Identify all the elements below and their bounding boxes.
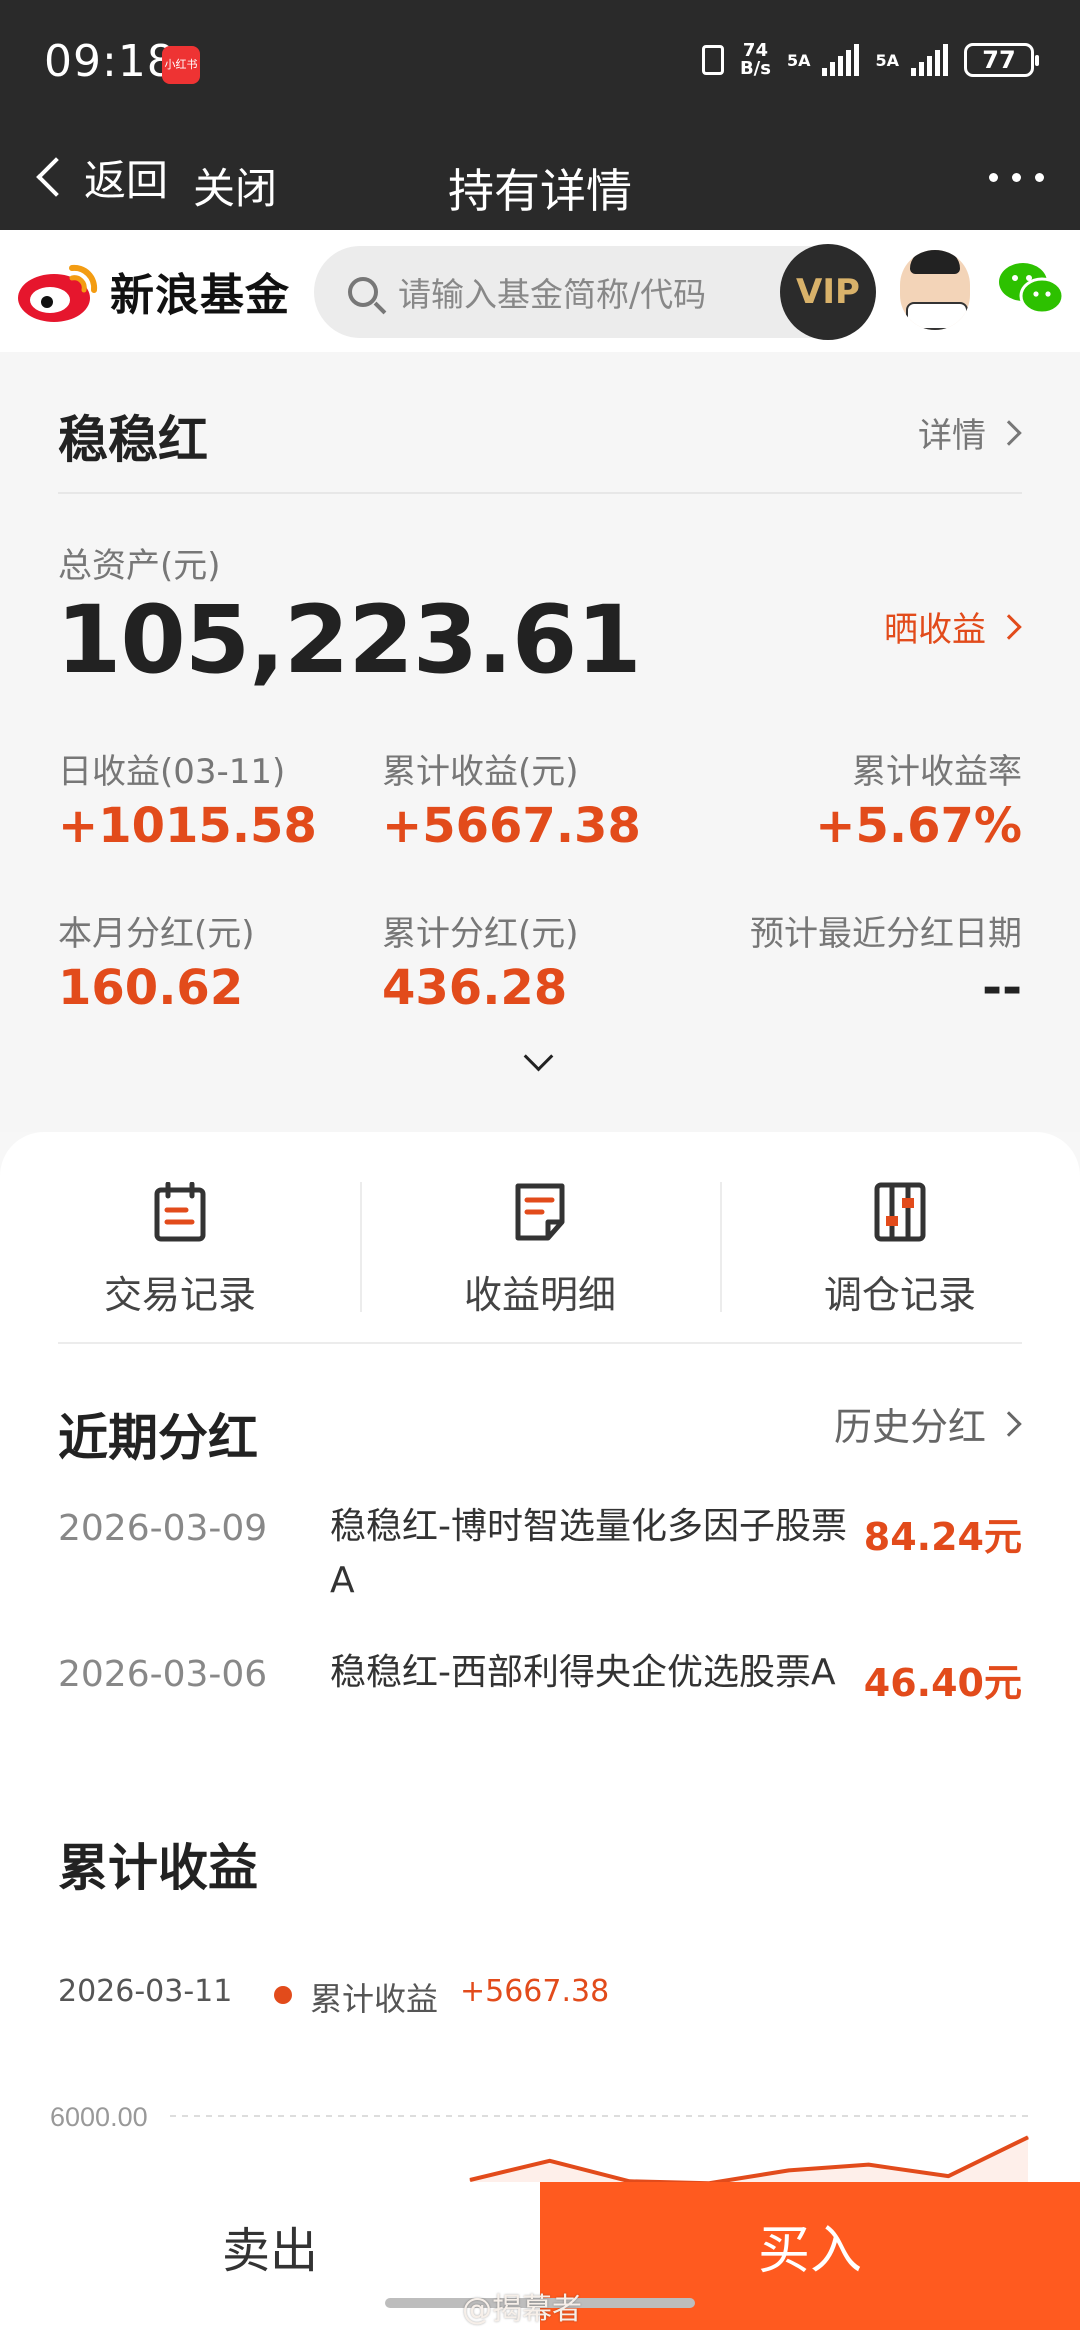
- rebalance-records-label: 调仓记录: [823, 1273, 976, 1317]
- divider: [58, 1342, 1022, 1344]
- daily-earnings-label: 日收益(03-11): [58, 752, 286, 792]
- cum-rate-label: 累计收益率: [852, 752, 1022, 792]
- share-earnings-link[interactable]: 晒收益: [884, 602, 1022, 651]
- sim1-label: 5A: [786, 50, 811, 70]
- signal-icon-2: [911, 44, 948, 76]
- more-menu-button[interactable]: [989, 173, 1044, 182]
- cumulative-earnings: 累计收益 2026-03-11 累计收益 +5667.38 6000.00450…: [0, 1712, 1080, 2182]
- xiaohongshu-notification-icon: 小红书: [162, 46, 200, 84]
- history-dividends-link[interactable]: 历史分红: [833, 1396, 1022, 1451]
- total-assets-label: 总资产(元): [58, 546, 221, 586]
- calendar-list-icon: [154, 1181, 206, 1242]
- daily-earnings-value: +1015.58: [58, 798, 317, 854]
- earnings-detail-button[interactable]: 收益明细: [360, 1182, 720, 1319]
- data-point: [947, 2175, 949, 2177]
- rebalance-records-button[interactable]: 调仓记录: [720, 1182, 1080, 1319]
- recent-dividends-title: 近期分红: [58, 1409, 258, 1467]
- status-time: 09:18: [44, 36, 176, 87]
- cum-dividend-label: 累计分红(元): [382, 914, 579, 954]
- fund-name: 稳稳红: [58, 411, 208, 469]
- detail-label: 详情: [918, 416, 986, 456]
- page-title: 持有详情: [448, 164, 632, 218]
- status-bar: 09:18 小红书 74 B/s 5A 5A 77: [0, 0, 1080, 125]
- month-dividend-value: 160.62: [58, 960, 244, 1016]
- status-indicators: 74 B/s 5A 5A 77: [701, 42, 1039, 78]
- chart-legend-date: 2026-03-11: [58, 1974, 233, 2009]
- month-dividend-label: 本月分红(元): [58, 914, 255, 954]
- detail-link[interactable]: 详情: [918, 408, 1022, 457]
- history-dividends-label: 历史分红: [833, 1405, 986, 1449]
- data-point: [469, 2179, 471, 2181]
- divider: [58, 492, 1022, 494]
- watermark: @揭幕者: [462, 2292, 582, 2327]
- sina-logo-icon: [18, 264, 98, 322]
- document-icon: [515, 1183, 565, 1241]
- next-dividend-value: --: [982, 960, 1022, 1016]
- data-point: [868, 2164, 870, 2166]
- chevron-down-icon[interactable]: [523, 1041, 554, 1072]
- dividend-date: 2026-03-06: [58, 1654, 268, 1695]
- y-tick-label: 6000.00: [50, 2102, 148, 2132]
- data-point: [1027, 2136, 1029, 2138]
- chevron-right-icon: [996, 613, 1022, 640]
- cumulative-earnings-chart[interactable]: 6000.004500.00: [0, 2072, 1080, 2182]
- holding-summary: 稳稳红 详情 总资产(元) 105,223.61 晒收益 日收益(03-11) …: [0, 352, 1080, 1132]
- site-header: 新浪基金 请输入基金简称/代码 VIP: [0, 230, 1080, 352]
- trade-records-label: 交易记录: [103, 1273, 256, 1317]
- wechat-icon[interactable]: [996, 258, 1066, 318]
- recent-dividends: 近期分红 历史分红 2026-03-09 稳稳红-博时智选量化多因子股票A 84…: [0, 1342, 1080, 1712]
- share-earnings-label: 晒收益: [884, 610, 986, 650]
- logo-text: 新浪基金: [110, 270, 290, 321]
- data-point: [788, 2169, 790, 2171]
- cum-earnings-label: 累计收益(元): [382, 752, 579, 792]
- sim2-label: 5A: [875, 50, 899, 70]
- signal-icon: [822, 44, 860, 76]
- chart-legend-value: +5667.38: [460, 1974, 610, 2009]
- dividend-amount: 84.24元: [863, 1515, 1022, 1559]
- dividend-fund-name: 稳稳红-博时智选量化多因子股票A: [330, 1506, 847, 1601]
- earnings-detail-label: 收益明细: [463, 1273, 616, 1317]
- search-placeholder: 请输入基金简称/代码: [398, 275, 707, 314]
- vibrate-icon: [701, 45, 724, 75]
- user-avatar[interactable]: [900, 250, 970, 330]
- battery-level: 77: [982, 46, 1016, 74]
- rebalance-icon: [874, 1182, 926, 1242]
- chevron-right-icon: [996, 419, 1022, 446]
- chevron-right-icon: [996, 1410, 1022, 1437]
- next-dividend-label: 预计最近分红日期: [750, 914, 1022, 954]
- chart-legend-name: 累计收益: [310, 1980, 439, 2018]
- search-icon: [348, 277, 378, 307]
- net-speed-unit: B/s: [739, 58, 771, 79]
- cum-earnings-value: +5667.38: [382, 798, 641, 854]
- dividend-date: 2026-03-09: [58, 1508, 268, 1549]
- cum-rate-value: +5.67%: [815, 798, 1022, 854]
- cum-dividend-value: 436.28: [382, 960, 568, 1016]
- dividend-fund-name: 稳稳红-西部利得央企优选股票A: [330, 1652, 836, 1693]
- action-shortcuts: 交易记录 收益明细 调仓记录: [0, 1132, 1080, 1342]
- net-speed: 74 B/s: [740, 42, 771, 78]
- sina-fund-logo[interactable]: 新浪基金: [14, 258, 290, 324]
- cumulative-earnings-title: 累计收益: [58, 1839, 258, 1897]
- vip-badge-button[interactable]: VIP: [780, 244, 876, 340]
- trade-records-button[interactable]: 交易记录: [0, 1181, 360, 1319]
- legend-dot-icon: [274, 1986, 292, 2004]
- battery-icon: 77: [964, 43, 1039, 77]
- nav-bar: 返回 关闭 持有详情: [0, 125, 1080, 230]
- dividend-amount: 46.40元: [863, 1661, 1022, 1705]
- total-assets-value: 105,223.61: [56, 586, 642, 695]
- data-point: [549, 2160, 551, 2162]
